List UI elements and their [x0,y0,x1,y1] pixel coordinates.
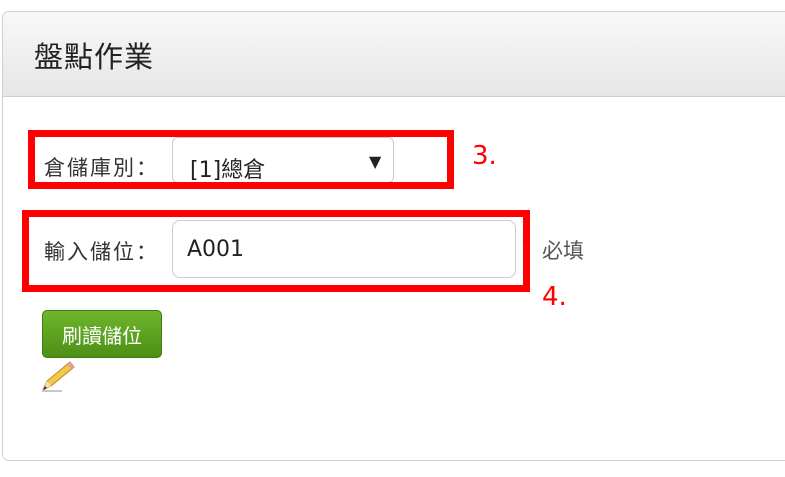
highlight-box-warehouse [28,130,454,189]
highlight-box-location [22,210,530,292]
page-title: 盤點作業 [34,40,155,74]
annotation-step-3: 3. [472,141,497,171]
pencil-icon[interactable] [40,359,76,393]
panel-header: 盤點作業 [3,12,785,97]
read-location-button[interactable]: 刷讀儲位 [42,310,162,358]
annotation-step-4: 4. [542,282,567,312]
required-text: 必填 [542,239,584,263]
